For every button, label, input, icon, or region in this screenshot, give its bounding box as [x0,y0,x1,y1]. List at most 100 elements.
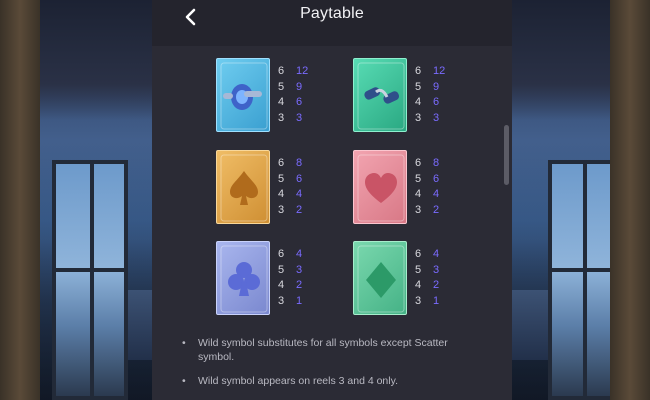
pay-count: 4 [415,279,422,291]
pay-count: 5 [415,172,422,185]
pay-list: 6 12 59 46 33 [278,64,318,126]
pay-count: 3 [415,294,422,307]
pay-line: 53 [415,263,455,279]
background-window [52,160,128,400]
paytable-row: 68 56 44 32 68 56 44 32 [152,150,512,224]
pay-value: 3 [433,263,440,276]
pay-list: 68 56 44 32 [278,156,318,218]
pay-value: 2 [296,279,303,291]
pay-line: 46 [415,95,455,111]
pay-line: 59 [415,80,455,96]
pay-count: 3 [415,111,422,124]
background-city [128,290,152,360]
pay-line: 46 [278,95,318,111]
pay-line: 56 [278,172,318,188]
background-left [0,0,152,400]
pay-value: 1 [296,294,303,307]
pay-count: 4 [278,188,285,200]
chevron-left-icon [185,8,196,26]
pay-line: 56 [415,172,455,188]
rule-item: • Wild symbol substitutes for all symbol… [182,336,482,364]
pay-count: 6 [278,157,285,169]
paytable-row: 6 12 59 46 33 6 12 59 4 6 3 3 [152,58,512,132]
pay-count: 5 [278,172,285,185]
pay-value: 2 [433,279,440,291]
rule-item: • Wild symbol appears on reels 3 and 4 o… [182,374,482,388]
pay-line: 31 [415,294,455,310]
scrollbar[interactable] [504,125,509,185]
pay-count: 4 [278,96,285,108]
pay-count: 6 [415,248,422,260]
pay-line: 64 [415,247,455,263]
pay-value: 6 [296,96,303,108]
pay-count: 4 [415,188,422,200]
pay-count: 5 [278,80,285,93]
pay-count: 6 [415,65,422,77]
pay-line: 44 [415,187,455,203]
pay-line: 68 [278,156,318,172]
pay-line: 44 [278,187,318,203]
pay-count: 6 [278,65,285,77]
paytable-row: 64 53 42 31 64 53 42 31 [152,241,512,315]
pay-value: 4 [296,248,303,260]
pay-list: 6 12 59 46 33 [415,64,455,126]
pay-count: 6 [278,248,285,260]
background-wall [0,0,40,400]
pay-value: 3 [433,111,440,124]
pay-line: 33 [278,111,318,127]
pay-line: 33 [415,111,455,127]
pay-count: 4 [278,279,285,291]
pay-line: 6 12 [415,64,455,80]
hand-grip-icon [353,58,407,132]
pay-list: 64 53 42 31 [415,247,455,309]
pay-count: 5 [415,80,422,93]
pay-count: 5 [415,263,422,276]
pay-line: 6 12 [278,64,318,80]
rule-text: Wild symbol appears on reels 3 and 4 onl… [198,375,398,387]
pay-value: 12 [433,65,446,77]
bullet-icon: • [182,375,186,387]
diamond-icon [353,241,407,315]
paytable-panel: Paytable 6 12 59 46 33 6 12 5 9 4 6 3 3 … [152,0,512,400]
pay-list: 68 56 44 32 [415,156,455,218]
pay-value: 8 [433,157,440,169]
pay-count: 3 [278,203,285,216]
pay-line: 59 [278,80,318,96]
pay-value: 4 [433,248,440,260]
pay-count: 3 [278,111,285,124]
pay-value: 1 [433,294,440,307]
back-button[interactable] [178,4,204,30]
pay-value: 9 [296,80,303,93]
pay-line: 68 [415,156,455,172]
paytable-header: Paytable [152,0,512,46]
heart-icon [353,150,407,224]
pay-count: 3 [415,203,422,216]
pay-value: 8 [296,157,303,169]
pay-count: 6 [415,157,422,169]
pay-line: 42 [278,278,318,294]
page-title: Paytable [300,5,364,22]
pay-value: 4 [433,188,440,200]
background-right [512,0,650,400]
rules-list: • Wild symbol substitutes for all symbol… [182,336,482,398]
pay-value: 6 [433,172,440,185]
club-icon [216,241,270,315]
pay-value: 2 [433,203,440,216]
pay-count: 4 [415,96,422,108]
pay-value: 4 [296,188,303,200]
pay-count: 5 [278,263,285,276]
rule-text: Wild symbol substitutes for all symbols … [198,337,448,363]
pay-list: 64 53 42 31 [278,247,318,309]
pay-line: 53 [278,263,318,279]
pay-value: 6 [433,96,440,108]
pay-value: 3 [296,263,303,276]
background-city [512,290,548,360]
pay-value: 3 [296,111,303,124]
pay-line: 32 [278,203,318,219]
pay-line: 42 [415,278,455,294]
pay-value: 9 [433,80,440,93]
pay-value: 6 [296,172,303,185]
bullet-icon: • [182,337,186,349]
pay-value: 12 [296,65,309,77]
pay-value: 2 [296,203,303,216]
